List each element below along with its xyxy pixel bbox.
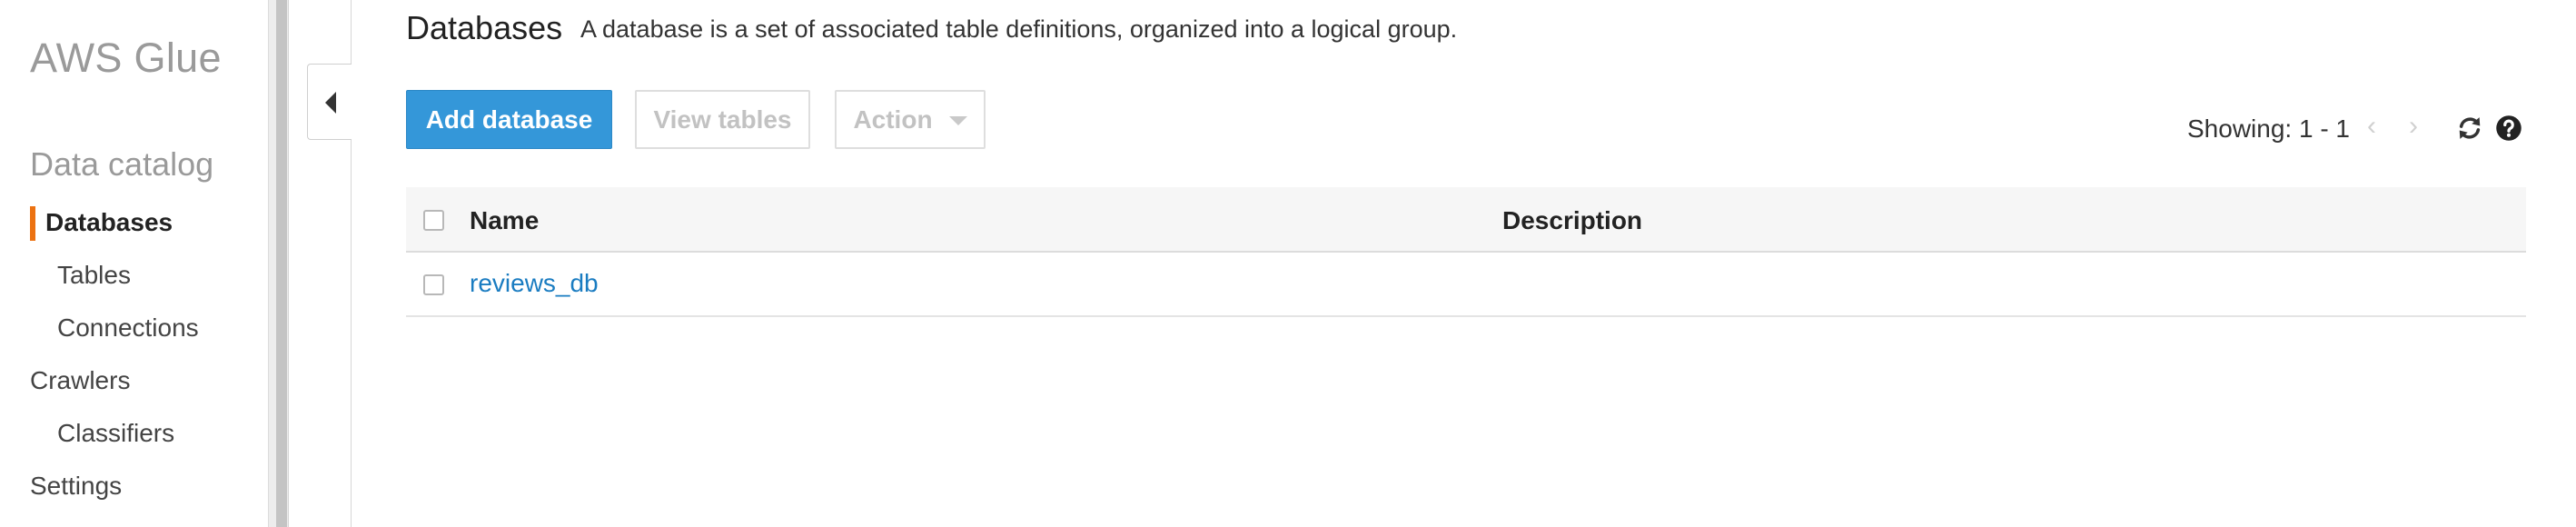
refresh-icon[interactable]: [2456, 114, 2483, 142]
action-dropdown-button[interactable]: Action: [835, 90, 986, 149]
view-tables-button[interactable]: View tables: [635, 90, 810, 149]
database-name-link[interactable]: reviews_db: [470, 269, 599, 298]
sidebar: AWS Glue Data catalog Databases Tables C…: [0, 0, 269, 527]
section-title-data-catalog: Data catalog: [30, 145, 214, 183]
column-header-description[interactable]: Description: [1502, 206, 1642, 235]
collapse-sidebar-button[interactable]: [307, 64, 352, 140]
column-header-name[interactable]: Name: [470, 206, 539, 235]
sidebar-scrollbar-thumb[interactable]: [276, 0, 287, 527]
caret-left-icon: [325, 92, 336, 114]
table-row[interactable]: reviews_db: [406, 253, 2526, 317]
sidebar-item-crawlers[interactable]: Crawlers: [30, 366, 130, 395]
select-all-checkbox[interactable]: [423, 210, 444, 231]
help-icon[interactable]: [2495, 114, 2522, 142]
active-indicator: [30, 206, 35, 241]
sidebar-item-connections[interactable]: Connections: [57, 313, 199, 343]
next-page-button[interactable]: ›: [2409, 111, 2418, 142]
page-description: A database is a set of associated table …: [580, 15, 1458, 43]
previous-page-button[interactable]: ‹: [2367, 111, 2376, 142]
action-label: Action: [853, 104, 933, 134]
chevron-down-icon: [948, 116, 967, 125]
row-checkbox[interactable]: [423, 274, 444, 295]
databases-table: Name Description reviews_db: [406, 187, 2526, 317]
pagination-status: Showing: 1 - 1: [2187, 114, 2350, 143]
sidebar-item-classifiers[interactable]: Classifiers: [57, 419, 174, 448]
page-title: Databases: [406, 9, 563, 46]
add-database-button[interactable]: Add database: [406, 90, 612, 149]
app-brand: AWS Glue: [30, 35, 222, 81]
table-header-row: Name Description: [406, 187, 2526, 253]
sidebar-item-databases[interactable]: Databases: [45, 208, 173, 237]
sidebar-item-settings[interactable]: Settings: [30, 472, 122, 501]
sidebar-item-tables[interactable]: Tables: [57, 261, 131, 290]
